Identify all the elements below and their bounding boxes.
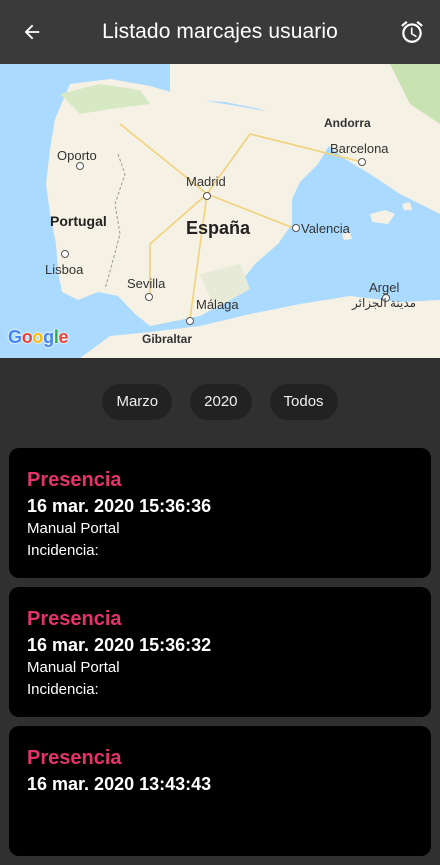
filter-bar: Marzo 2020 Todos bbox=[0, 384, 440, 420]
record-type: Presencia bbox=[27, 747, 122, 769]
type-filter-chip[interactable]: Todos bbox=[269, 384, 338, 420]
record-datetime: 16 mar. 2020 15:36:36 bbox=[27, 496, 212, 516]
map-view[interactable]: Andorra Oporto Barcelona Madrid Portugal… bbox=[0, 64, 440, 358]
map-label-lisboa: Lisboa bbox=[45, 262, 84, 277]
map-label-sevilla: Sevilla bbox=[127, 276, 166, 291]
year-filter-chip[interactable]: 2020 bbox=[190, 384, 252, 420]
record-type: Presencia bbox=[27, 608, 122, 630]
map-label-argel-arabic: مدينة الجزائر bbox=[352, 296, 417, 310]
record-source: Manual Portal bbox=[27, 520, 120, 537]
alarm-clock-icon[interactable] bbox=[396, 16, 428, 48]
map-label-argel: Argel bbox=[369, 280, 400, 295]
record-incidence: Incidencia: bbox=[27, 681, 99, 698]
madrid-marker bbox=[203, 192, 211, 200]
page-title: Listado marcajes usuario bbox=[102, 20, 338, 43]
map-label-madrid: Madrid bbox=[186, 174, 226, 189]
map-background bbox=[0, 64, 440, 358]
records-list: Presencia 16 mar. 2020 15:36:36 Manual P… bbox=[9, 448, 431, 865]
map-label-andorra: Andorra bbox=[324, 116, 371, 130]
app-bar: Listado marcajes usuario bbox=[0, 0, 440, 64]
record-datetime: 16 mar. 2020 13:43:43 bbox=[27, 774, 212, 794]
valencia-marker bbox=[292, 224, 300, 232]
map-label-malaga: Málaga bbox=[196, 297, 239, 312]
record-incidence: Incidencia: bbox=[27, 542, 99, 559]
month-filter-chip[interactable]: Marzo bbox=[102, 384, 173, 420]
record-card[interactable]: Presencia 16 mar. 2020 15:36:32 Manual P… bbox=[9, 587, 431, 717]
barcelona-marker bbox=[358, 158, 366, 166]
malaga-marker bbox=[186, 317, 194, 325]
map-label-barcelona: Barcelona bbox=[330, 141, 389, 156]
record-type: Presencia bbox=[27, 469, 122, 491]
record-source: Manual Portal bbox=[27, 659, 120, 676]
record-card[interactable]: Presencia 16 mar. 2020 13:43:43 bbox=[9, 726, 431, 856]
sevilla-marker bbox=[145, 293, 153, 301]
map-label-portugal: Portugal bbox=[50, 213, 107, 229]
map-label-espana: España bbox=[186, 218, 251, 238]
map-label-valencia: Valencia bbox=[301, 221, 350, 236]
map-label-gibraltar: Gibraltar bbox=[142, 332, 193, 346]
map-label-oporto: Oporto bbox=[57, 148, 97, 163]
google-logo: Google bbox=[8, 327, 69, 347]
record-card[interactable]: Presencia 16 mar. 2020 15:36:36 Manual P… bbox=[9, 448, 431, 578]
lisboa-marker bbox=[61, 250, 69, 258]
oporto-marker bbox=[76, 162, 84, 170]
record-datetime: 16 mar. 2020 15:36:32 bbox=[27, 635, 212, 655]
